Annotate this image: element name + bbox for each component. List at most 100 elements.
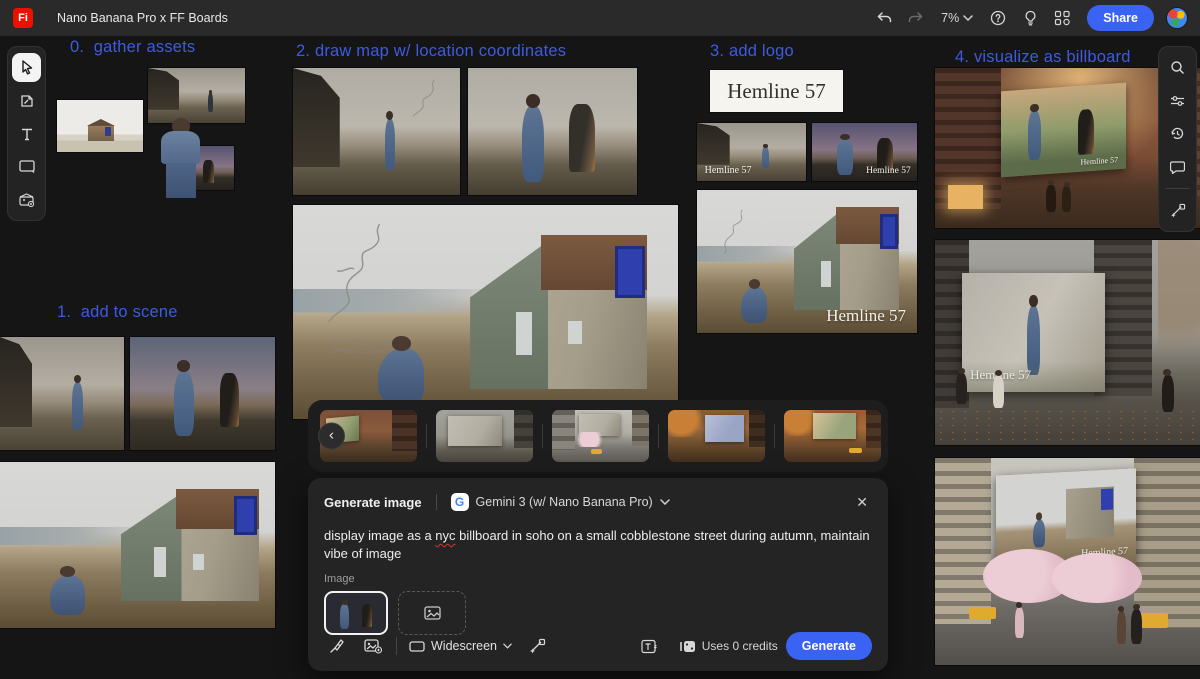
lightbulb-icon bbox=[1023, 10, 1038, 26]
aspect-ratio-value: Widescreen bbox=[431, 639, 497, 653]
result-thumbnail-5[interactable] bbox=[784, 410, 881, 462]
redo-icon bbox=[908, 11, 924, 25]
generated-results-filmstrip: ‹ bbox=[308, 400, 888, 472]
page-pen-icon bbox=[19, 93, 35, 109]
image-section-label: Image bbox=[324, 573, 872, 585]
canvas-label-step2[interactable]: 2. draw map w/ location coordinates bbox=[296, 42, 566, 61]
reference-image-thumbnail[interactable] bbox=[324, 591, 388, 635]
shape-tool[interactable] bbox=[12, 152, 41, 181]
generate-image-panel: Generate image G Gemini 3 (w/ Nano Banan… bbox=[308, 478, 888, 671]
filmstrip-divider bbox=[658, 424, 659, 448]
image-add-icon bbox=[18, 192, 35, 207]
zoom-level-value: 7% bbox=[941, 11, 959, 25]
add-image-button[interactable] bbox=[398, 591, 466, 635]
ideas-button[interactable] bbox=[1017, 5, 1043, 31]
text-tool[interactable] bbox=[12, 119, 41, 148]
brand-overlay-text: Hemline 57 bbox=[866, 166, 911, 176]
text-lightning-icon bbox=[641, 639, 659, 654]
top-bar: Fi Nano Banana Pro x FF Boards 7% Share bbox=[0, 0, 1200, 36]
share-button[interactable]: Share bbox=[1087, 5, 1154, 31]
map-equinox-text: SPRING EQUINOX bbox=[332, 347, 394, 357]
select-tool[interactable] bbox=[12, 53, 41, 82]
canvas-image-logo-stone[interactable]: Hemline 57 bbox=[812, 123, 917, 181]
brand-overlay-text: Hemline 57 bbox=[1081, 156, 1119, 168]
result-thumbnail-3[interactable] bbox=[552, 410, 649, 462]
undo-icon bbox=[876, 11, 892, 25]
workflow-sparkle-icon bbox=[1170, 203, 1186, 218]
comment-tool[interactable] bbox=[1163, 152, 1192, 181]
filmstrip-divider bbox=[542, 424, 543, 448]
chevron-left-icon: ‹ bbox=[329, 427, 334, 444]
help-button[interactable] bbox=[985, 5, 1011, 31]
apps-button[interactable] bbox=[1049, 5, 1075, 31]
pen-icon bbox=[329, 638, 345, 654]
credits-icon bbox=[679, 640, 696, 653]
credits-indicator: Uses 0 credits bbox=[679, 639, 778, 653]
image-icon bbox=[424, 606, 441, 620]
brand-overlay-text: Hemline 57 bbox=[826, 306, 906, 326]
footer-divider bbox=[396, 637, 397, 655]
document-title[interactable]: Nano Banana Pro x FF Boards bbox=[57, 11, 228, 25]
chevron-down-icon bbox=[963, 15, 973, 21]
image-add-icon bbox=[364, 638, 382, 654]
model-selector[interactable]: G Gemini 3 (w/ Nano Banana Pro) bbox=[451, 493, 670, 511]
canvas-image-billboard-fog-street[interactable]: Hemline 57 bbox=[935, 240, 1200, 445]
canvas-image-woman-cutout-asset[interactable] bbox=[140, 118, 216, 198]
canvas-image-map-stone-woman[interactable] bbox=[468, 68, 637, 195]
canvas-label-step3[interactable]: 3. add logo bbox=[710, 42, 794, 61]
draw-tool[interactable] bbox=[12, 86, 41, 115]
filmstrip-back-button[interactable]: ‹ bbox=[318, 423, 345, 450]
canvas-logo-card[interactable]: Hemline 57 bbox=[710, 70, 843, 112]
workflow-grid-icon bbox=[1054, 10, 1071, 26]
workflow-sparkle-icon bbox=[529, 638, 546, 654]
prompt-pen-button[interactable] bbox=[324, 633, 350, 659]
canvas-image-coast-house-large[interactable] bbox=[0, 462, 275, 628]
user-avatar[interactable] bbox=[1166, 7, 1188, 29]
panel-title: Generate image bbox=[324, 495, 422, 510]
result-thumbnail-2[interactable] bbox=[436, 410, 533, 462]
text-settings-button[interactable] bbox=[637, 633, 663, 659]
filmstrip-divider bbox=[774, 424, 775, 448]
canvas-image-stones-woman[interactable] bbox=[130, 337, 275, 450]
search-tool[interactable] bbox=[1163, 53, 1192, 82]
generate-button[interactable]: Generate bbox=[786, 632, 872, 660]
workflow-tool[interactable] bbox=[1163, 196, 1192, 225]
google-gemini-icon: G bbox=[451, 493, 469, 511]
chevron-down-icon bbox=[503, 643, 512, 649]
history-icon bbox=[1170, 126, 1185, 141]
history-tool[interactable] bbox=[1163, 119, 1192, 148]
sliders-icon bbox=[1170, 94, 1185, 108]
canvas-image-map-house-large[interactable]: 57.1553° N, 2.0943° W SPRING EQUINOX bbox=[293, 205, 678, 419]
app-window: 0. gather assets 1. add to scene 2. draw… bbox=[0, 0, 1200, 679]
canvas-label-step1[interactable]: 1. add to scene bbox=[57, 303, 178, 322]
close-panel-button[interactable]: ✕ bbox=[852, 492, 872, 513]
filmstrip-divider bbox=[426, 424, 427, 448]
credits-label: Uses 0 credits bbox=[702, 639, 778, 653]
result-thumbnail-4[interactable] bbox=[668, 410, 765, 462]
canvas-image-logo-fog[interactable]: Hemline 57 bbox=[697, 123, 806, 181]
add-reference-image-button[interactable] bbox=[360, 633, 386, 659]
canvas-label-step4[interactable]: 4. visualize as billboard bbox=[955, 48, 1131, 67]
canvas-image-billboard-blossom[interactable]: Hemline 57 bbox=[935, 458, 1200, 665]
canvas-image-white-house-asset[interactable] bbox=[57, 100, 143, 152]
widescreen-ratio-icon bbox=[409, 641, 425, 652]
left-toolbar bbox=[7, 46, 46, 221]
upload-image-tool[interactable] bbox=[12, 185, 41, 214]
model-name: Gemini 3 (w/ Nano Banana Pro) bbox=[476, 495, 653, 509]
canvas-image-barn-fog-asset[interactable] bbox=[148, 68, 245, 123]
canvas-image-map-barn[interactable] bbox=[293, 68, 460, 195]
aspect-ratio-selector[interactable]: Widescreen bbox=[407, 639, 514, 653]
redo-button[interactable] bbox=[903, 5, 929, 31]
canvas-label-step0[interactable]: 0. gather assets bbox=[70, 38, 195, 57]
adjustments-tool[interactable] bbox=[1163, 86, 1192, 115]
prompt-text: display image as a bbox=[324, 528, 435, 543]
zoom-level-selector[interactable]: 7% bbox=[935, 11, 979, 25]
canvas-image-logo-house-large[interactable]: Hemline 57 bbox=[697, 190, 917, 333]
undo-button[interactable] bbox=[871, 5, 897, 31]
logo-card-text: Hemline 57 bbox=[727, 79, 826, 104]
firefly-logo[interactable]: Fi bbox=[13, 8, 33, 28]
text-icon bbox=[20, 127, 34, 141]
workflow-button[interactable] bbox=[524, 633, 550, 659]
canvas-image-fog-field-woman[interactable] bbox=[0, 337, 124, 450]
prompt-input[interactable]: display image as a nyc billboard in soho… bbox=[324, 527, 872, 562]
